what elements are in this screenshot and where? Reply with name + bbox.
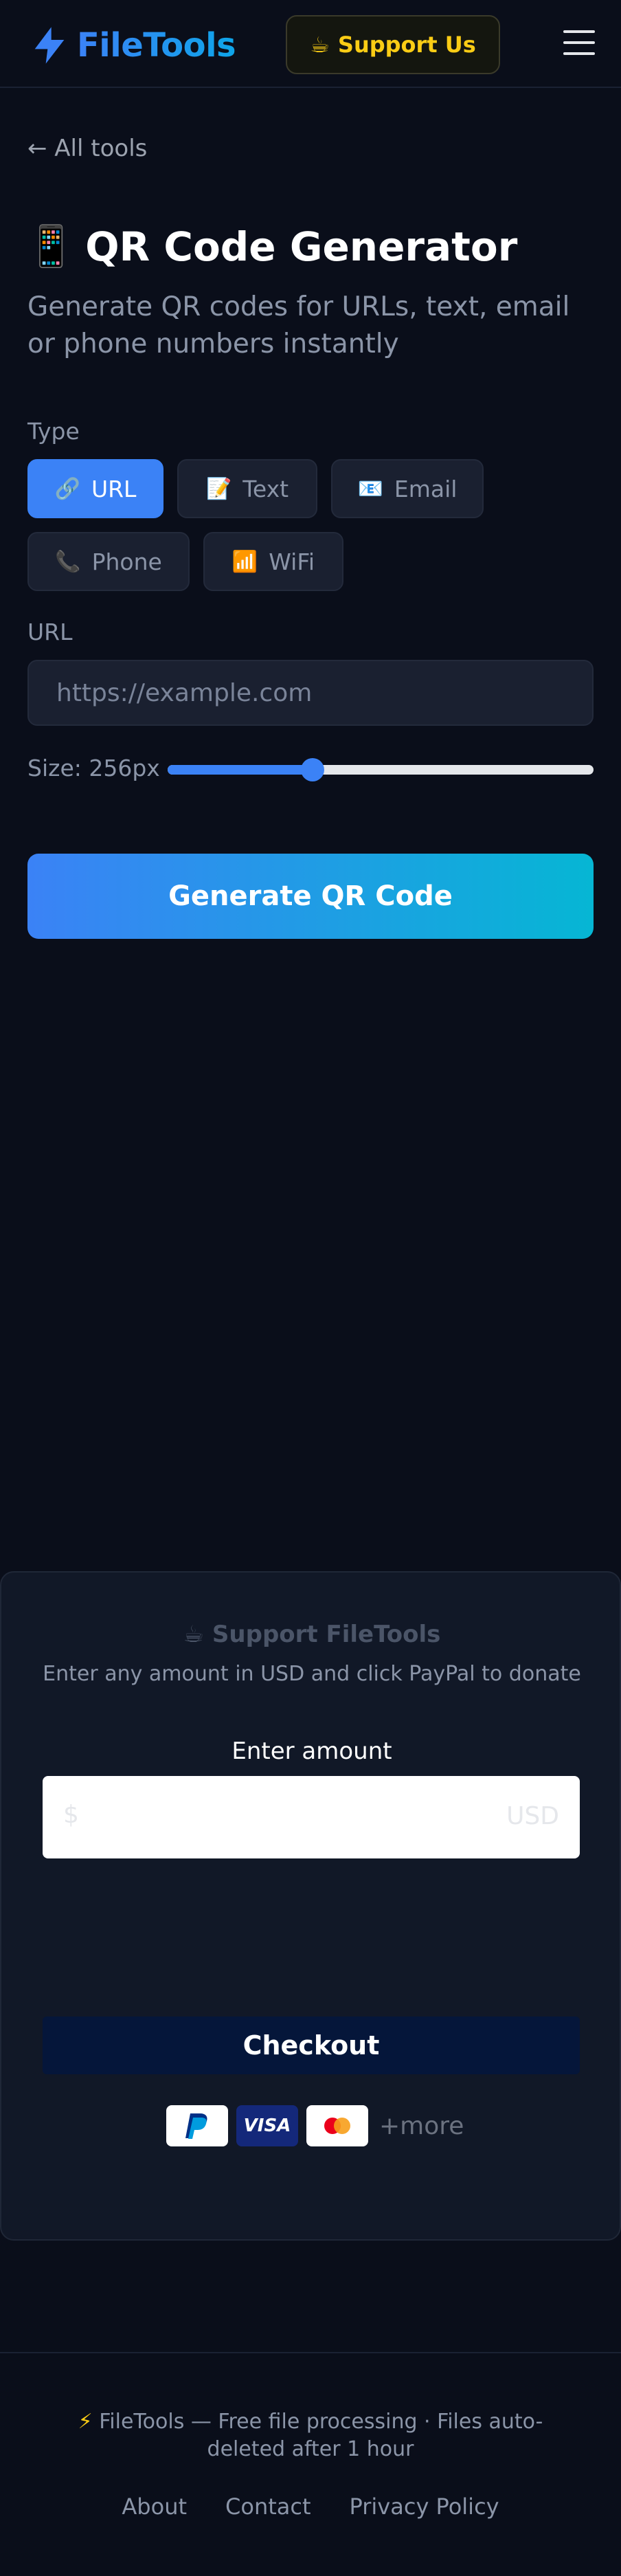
telephone-icon: 📞	[55, 549, 81, 574]
footer-text: ⚡ FileTools — Free file processing · Fil…	[41, 2408, 580, 2463]
checkout-button[interactable]: Checkout	[43, 2017, 580, 2074]
size-slider[interactable]	[168, 758, 594, 781]
page-title: 📱 QR Code Generator	[26, 223, 517, 270]
support-us-label: Support Us	[337, 32, 476, 58]
type-button-label: Phone	[91, 548, 162, 575]
memo-icon: 📝	[205, 476, 232, 501]
type-button-wifi[interactable]: 📶 WiFi	[203, 532, 343, 591]
type-button-email[interactable]: 📧 Email	[331, 459, 484, 518]
size-label: Size: 256px	[27, 755, 160, 781]
brand-logo[interactable]: FileTools	[27, 23, 236, 67]
type-button-phone[interactable]: 📞 Phone	[27, 532, 190, 591]
donate-title-text: Support FileTools	[212, 1621, 441, 1648]
type-button-url[interactable]: 🔗 URL	[27, 459, 163, 518]
page-subtitle: Generate QR codes for URLs, text, email …	[27, 291, 570, 359]
url-input[interactable]	[27, 660, 594, 726]
brand-name: FileTools	[77, 26, 236, 65]
footer-link-privacy-policy[interactable]: Privacy Policy	[350, 2494, 499, 2520]
back-to-all-tools-link[interactable]: ← All tools	[27, 135, 147, 162]
currency-code: USD	[506, 1802, 559, 1830]
donate-subtitle: Enter any amount in USD and click PayPal…	[43, 1662, 581, 1686]
size-slider-fill	[168, 765, 313, 775]
amount-input[interactable]: $ USD	[43, 1776, 580, 1858]
paypal-icon	[166, 2105, 228, 2146]
more-payment-methods: +more	[379, 2111, 464, 2140]
lightning-bolt-icon	[34, 27, 65, 64]
generate-qr-code-button[interactable]: Generate QR Code	[27, 854, 594, 939]
type-button-label: WiFi	[269, 548, 315, 575]
page-title-text: QR Code Generator	[85, 223, 518, 270]
url-label: URL	[27, 619, 73, 645]
link-icon: 🔗	[54, 476, 80, 501]
type-button-label: URL	[91, 475, 137, 502]
amount-label: Enter amount	[232, 1737, 392, 1765]
lightning-bolt-icon: ⚡	[78, 2410, 93, 2434]
visa-icon: VISA	[236, 2105, 298, 2146]
currency-symbol: $	[63, 1801, 79, 1829]
wifi-signal-icon: 📶	[232, 549, 258, 574]
type-button-label: Email	[394, 475, 458, 502]
type-button-label: Text	[242, 475, 289, 502]
coffee-icon: ☕	[310, 32, 330, 58]
footer-link-contact[interactable]: Contact	[225, 2494, 311, 2520]
mastercard-icon	[306, 2105, 368, 2146]
type-button-text[interactable]: 📝 Text	[177, 459, 317, 518]
top-header: FileTools ☕ Support Us	[0, 0, 621, 88]
donate-title: ☕ Support FileTools	[1, 1621, 621, 1648]
envelope-icon: 📧	[357, 476, 383, 501]
coffee-icon: ☕	[183, 1621, 205, 1648]
donate-card: ☕ Support FileTools Enter any amount in …	[0, 1571, 621, 2241]
type-label: Type	[27, 418, 80, 445]
footer-link-about[interactable]: About	[122, 2494, 187, 2520]
hamburger-menu-icon[interactable]	[563, 30, 595, 55]
footer-links: About Contact Privacy Policy	[0, 2494, 621, 2520]
mobile-phone-icon: 📱	[26, 223, 76, 269]
payment-methods: VISA +more	[166, 2105, 464, 2147]
size-slider-thumb[interactable]	[300, 758, 324, 781]
footer-text-body: FileTools — Free file processing · Files…	[99, 2410, 543, 2461]
support-us-button[interactable]: ☕ Support Us	[286, 15, 500, 74]
footer-divider	[0, 2352, 621, 2353]
